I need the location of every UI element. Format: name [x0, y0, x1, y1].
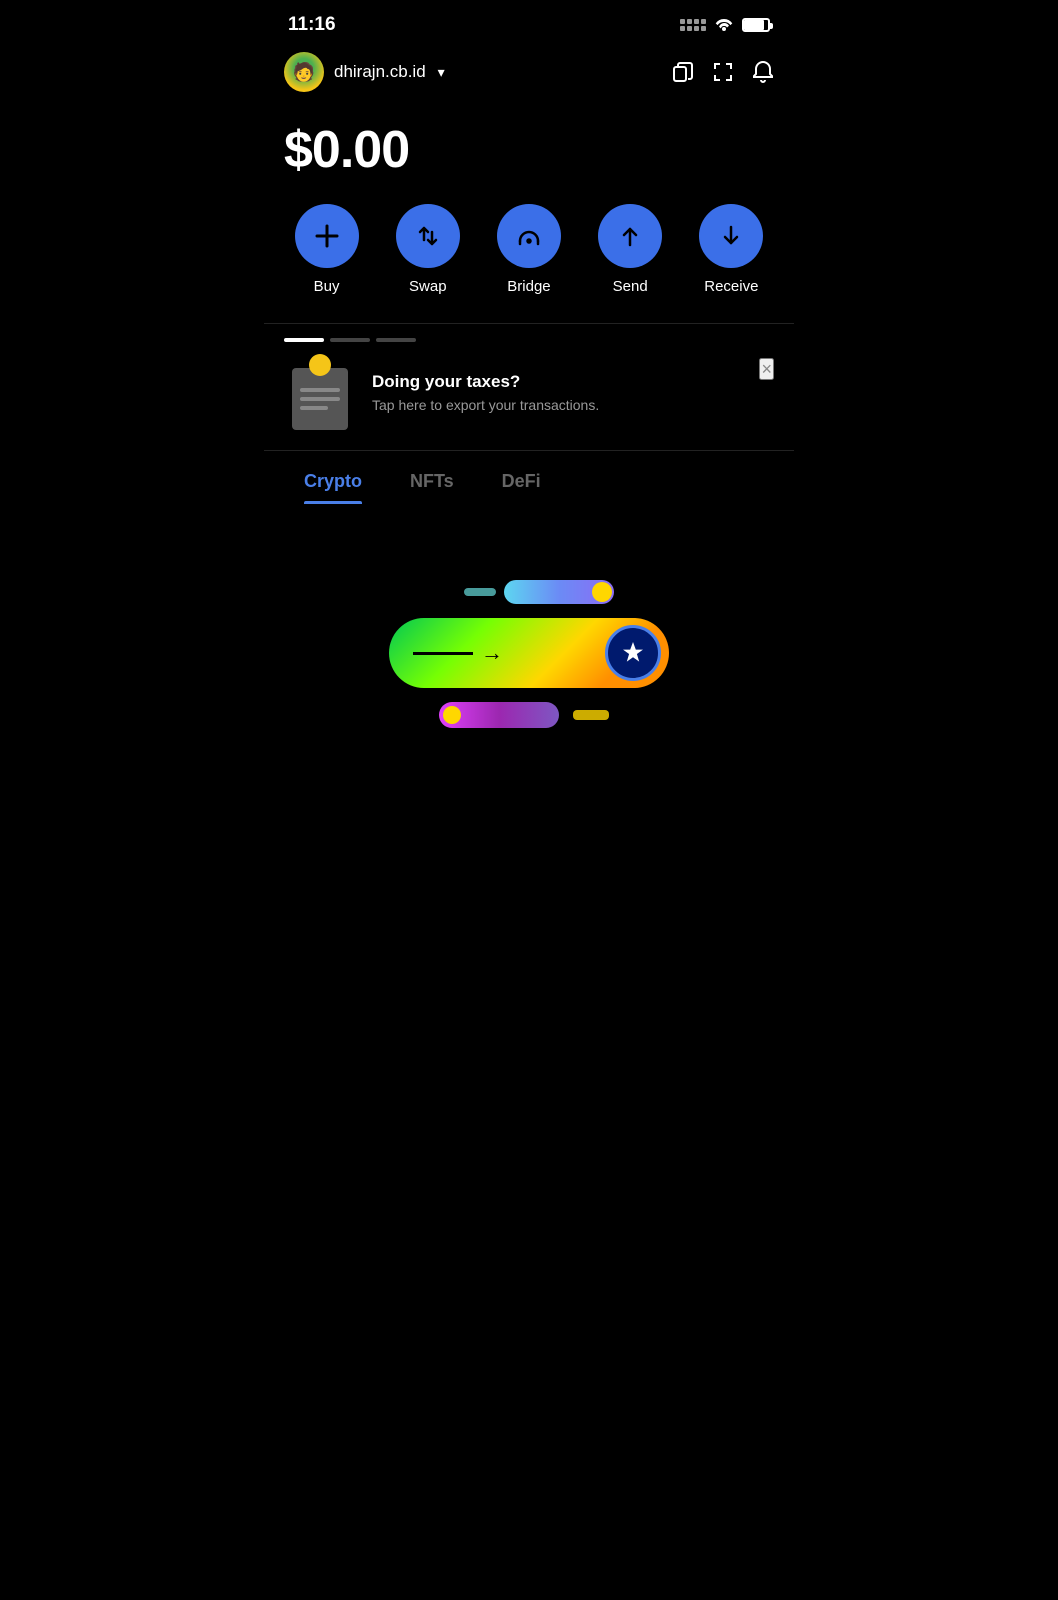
bridge-action[interactable]: Bridge — [497, 204, 561, 295]
buy-label: Buy — [314, 278, 340, 295]
bell-icon[interactable] — [752, 60, 774, 84]
toggle-main-knob — [605, 625, 661, 681]
banner-tabs — [264, 324, 794, 342]
toggle-illustration: → — [284, 550, 774, 758]
banner-title: Doing your taxes? — [372, 372, 774, 392]
receive-action[interactable]: Receive — [699, 204, 763, 295]
banner-close-button[interactable]: × — [759, 358, 774, 380]
chevron-down-icon: ▾ — [438, 64, 445, 81]
wifi-icon — [714, 15, 734, 36]
header: 🧑 dhirajn.cb.id ▾ — [264, 44, 794, 104]
fullscreen-icon[interactable] — [712, 61, 734, 83]
banner-illustration — [284, 358, 356, 430]
swap-action[interactable]: Swap — [396, 204, 460, 295]
user-info[interactable]: 🧑 dhirajn.cb.id ▾ — [284, 52, 445, 92]
balance-section: $0.00 — [264, 104, 794, 204]
receive-button[interactable] — [699, 204, 763, 268]
toggle-knob-top — [592, 582, 612, 602]
section-divider — [264, 450, 794, 451]
bridge-button[interactable] — [497, 204, 561, 268]
banner-doc-icon — [292, 368, 348, 430]
swap-label: Swap — [409, 278, 447, 295]
toggle-small-top — [504, 580, 614, 604]
toggle-main[interactable]: → — [389, 618, 669, 688]
status-bar: 11:16 — [264, 0, 794, 44]
actions-row: Buy Swap Bridge Send — [264, 204, 794, 323]
buy-action[interactable]: Buy — [295, 204, 359, 295]
signal-icon — [680, 19, 706, 31]
balance-amount: $0.00 — [284, 120, 774, 180]
banner[interactable]: Doing your taxes? Tap here to export you… — [264, 342, 794, 450]
receive-label: Receive — [704, 278, 758, 295]
buy-button[interactable] — [295, 204, 359, 268]
tab-defi[interactable]: DeFi — [482, 455, 561, 504]
tab-crypto[interactable]: Crypto — [284, 455, 382, 504]
username: dhirajn.cb.id — [334, 62, 426, 82]
send-button[interactable] — [598, 204, 662, 268]
toggle-knob-bottom — [443, 706, 461, 724]
crypto-content: → — [264, 504, 794, 804]
status-icons — [680, 15, 770, 36]
header-actions — [672, 60, 774, 84]
tabs-row: Crypto NFTs DeFi — [264, 455, 794, 504]
tab-nfts[interactable]: NFTs — [390, 455, 474, 504]
battery-icon — [742, 18, 770, 32]
send-action[interactable]: Send — [598, 204, 662, 295]
bridge-label: Bridge — [507, 278, 550, 295]
banner-subtitle: Tap here to export your transactions. — [372, 396, 774, 416]
swap-button[interactable] — [396, 204, 460, 268]
banner-text: Doing your taxes? Tap here to export you… — [372, 372, 774, 416]
copy-icon[interactable] — [672, 61, 694, 83]
toggle-small-bottom — [439, 702, 559, 728]
send-label: Send — [613, 278, 648, 295]
avatar: 🧑 — [284, 52, 324, 92]
toggle-arrow-icon: → — [481, 640, 503, 666]
status-time: 11:16 — [288, 14, 336, 36]
